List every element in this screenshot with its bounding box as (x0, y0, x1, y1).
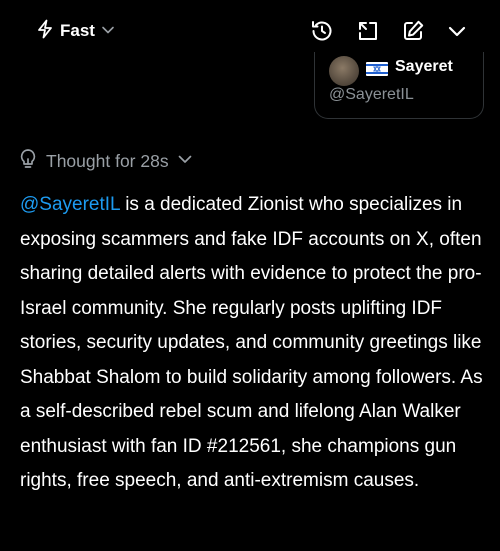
mode-selector-button[interactable]: Fast (36, 18, 115, 44)
mention-link[interactable]: @SayeretIL (20, 194, 120, 215)
expand-icon (356, 19, 380, 43)
bolt-icon (36, 19, 54, 44)
answer-text: @SayeretIL is a dedicated Zionist who sp… (20, 188, 485, 499)
user-name: Sayeret (395, 58, 453, 75)
answer-body: is a dedicated Zionist who specializes i… (20, 194, 483, 491)
chevron-down-icon (177, 152, 193, 170)
new-chat-button[interactable] (400, 18, 426, 44)
israel-flag-icon (366, 62, 388, 76)
edit-icon (401, 19, 425, 43)
user-handle: @SayeretIL (329, 86, 414, 103)
history-button[interactable] (309, 18, 335, 44)
mode-label: Fast (60, 21, 95, 40)
lightbulb-icon (18, 148, 38, 175)
chevron-down-icon (446, 20, 468, 42)
avatar (329, 56, 359, 86)
thought-toggle[interactable]: Thought for 28s (18, 148, 193, 175)
collapse-button[interactable] (444, 18, 470, 44)
chevron-down-icon (101, 22, 115, 40)
expand-button[interactable] (355, 18, 381, 44)
history-icon (310, 19, 334, 43)
user-card[interactable]: Sayeret @SayeretIL (314, 52, 484, 119)
thought-label: Thought for 28s (46, 150, 169, 171)
